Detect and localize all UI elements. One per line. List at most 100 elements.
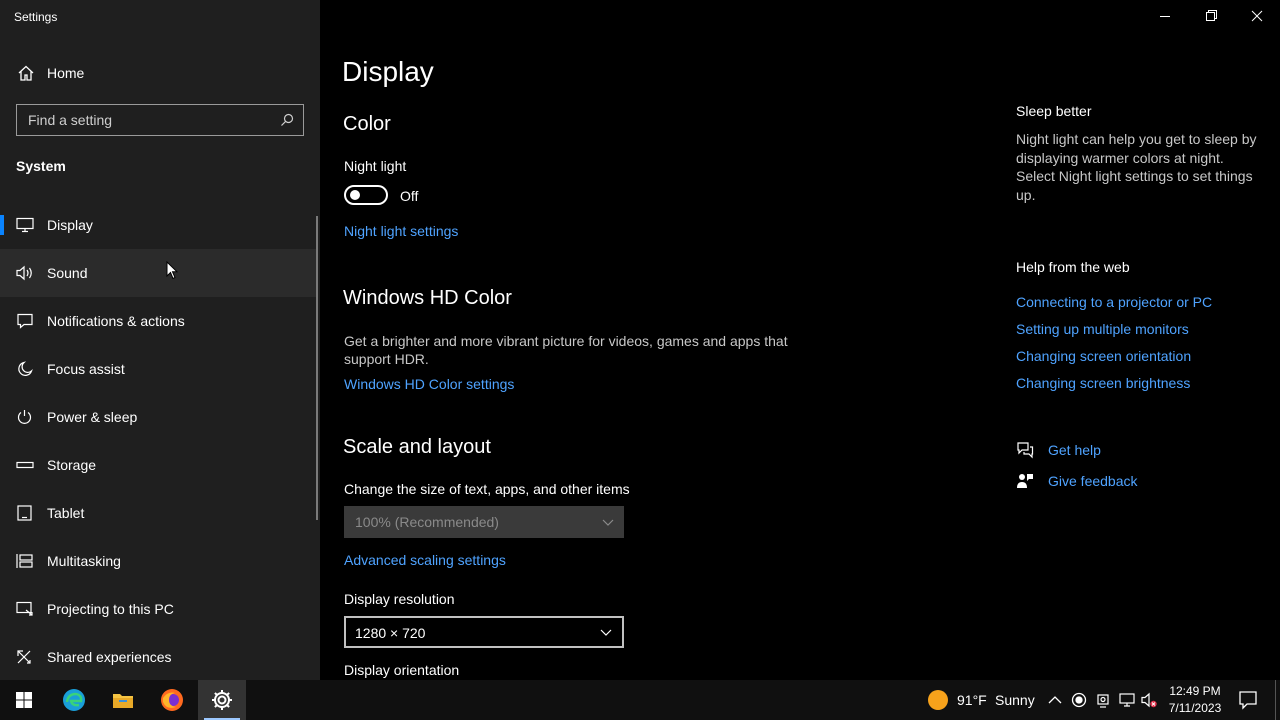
projecting-icon (16, 601, 33, 616)
get-help-icon (1017, 442, 1034, 459)
night-light-toggle[interactable] (344, 185, 388, 205)
sidebar-item-notifications[interactable]: Notifications & actions (0, 297, 316, 345)
get-help-link[interactable]: Get help (1048, 442, 1101, 458)
search-input[interactable] (17, 105, 275, 135)
sleep-better-heading: Sleep better (1016, 103, 1092, 119)
sidebar-item-label: Power & sleep (47, 409, 138, 425)
app-title: Settings (14, 10, 58, 24)
windows-start-icon (16, 692, 32, 708)
resolution-dropdown[interactable]: 1280 × 720 (344, 616, 624, 648)
night-light-settings-link[interactable]: Night light settings (344, 223, 458, 239)
hd-color-description-line1: Get a brighter and more vibrant picture … (344, 333, 788, 349)
chevron-down-icon (602, 519, 614, 526)
sidebar-item-label: Notifications & actions (47, 313, 185, 329)
sidebar-item-projecting[interactable]: Projecting to this PC (0, 585, 316, 633)
search-box[interactable] (16, 104, 304, 136)
search-icon[interactable] (280, 113, 294, 127)
action-center-icon[interactable] (1238, 690, 1258, 710)
color-heading: Color (343, 113, 391, 135)
help-web-heading: Help from the web (1016, 259, 1130, 275)
sidebar-item-label: Focus assist (47, 361, 125, 377)
section-title: System (16, 158, 66, 174)
scale-dropdown[interactable]: 100% (Recommended) (344, 506, 624, 538)
notification-icon (17, 313, 33, 329)
give-feedback-icon (1017, 474, 1033, 488)
storage-icon (16, 461, 34, 469)
sidebar-item-power-sleep[interactable]: Power & sleep (0, 393, 316, 441)
help-link-screen-brightness[interactable]: Changing screen brightness (1016, 375, 1190, 391)
sidebar-nav: Display Sound Notifications & actions Fo… (0, 201, 316, 681)
taskbar-clock[interactable]: 12:49 PM 7/11/2023 (1162, 683, 1228, 717)
hd-color-description-line2: support HDR. (344, 351, 429, 367)
shared-experiences-icon (17, 650, 31, 664)
sidebar-item-storage[interactable]: Storage (0, 441, 316, 489)
night-light-label: Night light (344, 158, 407, 174)
clock-date: 7/11/2023 (1168, 701, 1222, 715)
sidebar-item-focus-assist[interactable]: Focus assist (0, 345, 316, 393)
multitasking-icon (16, 554, 33, 568)
close-button[interactable] (1234, 0, 1280, 32)
record-icon[interactable] (1071, 692, 1087, 708)
speaker-icon (16, 265, 32, 281)
help-link-multiple-monitors[interactable]: Setting up multiple monitors (1016, 321, 1189, 337)
hd-color-settings-link[interactable]: Windows HD Color settings (344, 376, 514, 392)
taskbar-file-explorer[interactable] (99, 680, 147, 720)
sidebar-item-label: Storage (47, 457, 97, 473)
sidebar-item-multitasking[interactable]: Multitasking (0, 537, 316, 585)
night-light-state: Off (400, 188, 419, 204)
scale-layout-heading: Scale and layout (343, 436, 491, 458)
firefox-icon (161, 689, 183, 711)
orientation-label: Display orientation (344, 662, 460, 678)
edge-icon (63, 689, 85, 711)
resolution-dropdown-value: 1280 × 720 (355, 625, 426, 641)
show-desktop-button[interactable] (1275, 680, 1276, 720)
resolution-label: Display resolution (344, 591, 455, 607)
settings-icon (212, 690, 232, 710)
home-icon (18, 65, 34, 81)
volume-muted-icon[interactable] (1141, 692, 1157, 708)
minimize-button[interactable] (1142, 0, 1188, 32)
sidebar-item-shared-experiences[interactable]: Shared experiences (0, 633, 316, 681)
hd-color-heading: Windows HD Color (343, 287, 512, 309)
scale-dropdown-value: 100% (Recommended) (355, 514, 499, 530)
home-nav-item[interactable]: Home (0, 58, 320, 88)
help-link-projector[interactable]: Connecting to a projector or PC (1016, 294, 1212, 310)
mouse-cursor-icon (166, 261, 178, 280)
file-explorer-icon (113, 694, 133, 708)
weather-desc[interactable]: Sunny (995, 692, 1035, 708)
sidebar-item-label: Shared experiences (47, 649, 172, 665)
monitor-icon (16, 217, 34, 233)
sidebar-item-sound[interactable]: Sound (0, 249, 316, 297)
sidebar-item-tablet[interactable]: Tablet (0, 489, 316, 537)
taskbar-edge[interactable] (50, 680, 98, 720)
sidebar-item-label: Multitasking (47, 553, 121, 569)
moon-icon (18, 361, 33, 376)
page-title: Display (342, 56, 434, 87)
sidebar: Settings Home System Display Sound (0, 0, 320, 680)
chevron-down-icon (600, 629, 612, 636)
power-icon (17, 410, 32, 424)
weather-temp[interactable]: 91°F (957, 692, 987, 708)
sidebar-item-display[interactable]: Display (0, 201, 316, 249)
clock-time: 12:49 PM (1169, 684, 1221, 698)
sidebar-item-label: Display (47, 217, 93, 233)
taskbar-firefox[interactable] (148, 680, 196, 720)
size-label: Change the size of text, apps, and other… (344, 481, 630, 497)
home-label: Home (47, 65, 85, 81)
sidebar-item-label: Projecting to this PC (47, 601, 174, 617)
give-feedback-link[interactable]: Give feedback (1048, 473, 1138, 489)
start-button[interactable] (0, 680, 48, 720)
tablet-icon (17, 505, 32, 521)
taskbar-settings[interactable] (198, 680, 246, 720)
sidebar-item-label: Tablet (47, 505, 85, 521)
network-icon[interactable] (1119, 692, 1135, 708)
advanced-scaling-link[interactable]: Advanced scaling settings (344, 552, 506, 568)
toggle-knob (350, 190, 360, 200)
sun-icon (928, 690, 948, 710)
chevron-up-icon[interactable] (1047, 692, 1063, 708)
sleep-better-text: Night light can help you get to sleep by… (1016, 131, 1257, 203)
restore-button[interactable] (1188, 0, 1234, 32)
sidebar-scrollbar[interactable] (316, 216, 318, 520)
meet-now-icon[interactable] (1095, 692, 1111, 708)
help-link-screen-orientation[interactable]: Changing screen orientation (1016, 348, 1191, 364)
